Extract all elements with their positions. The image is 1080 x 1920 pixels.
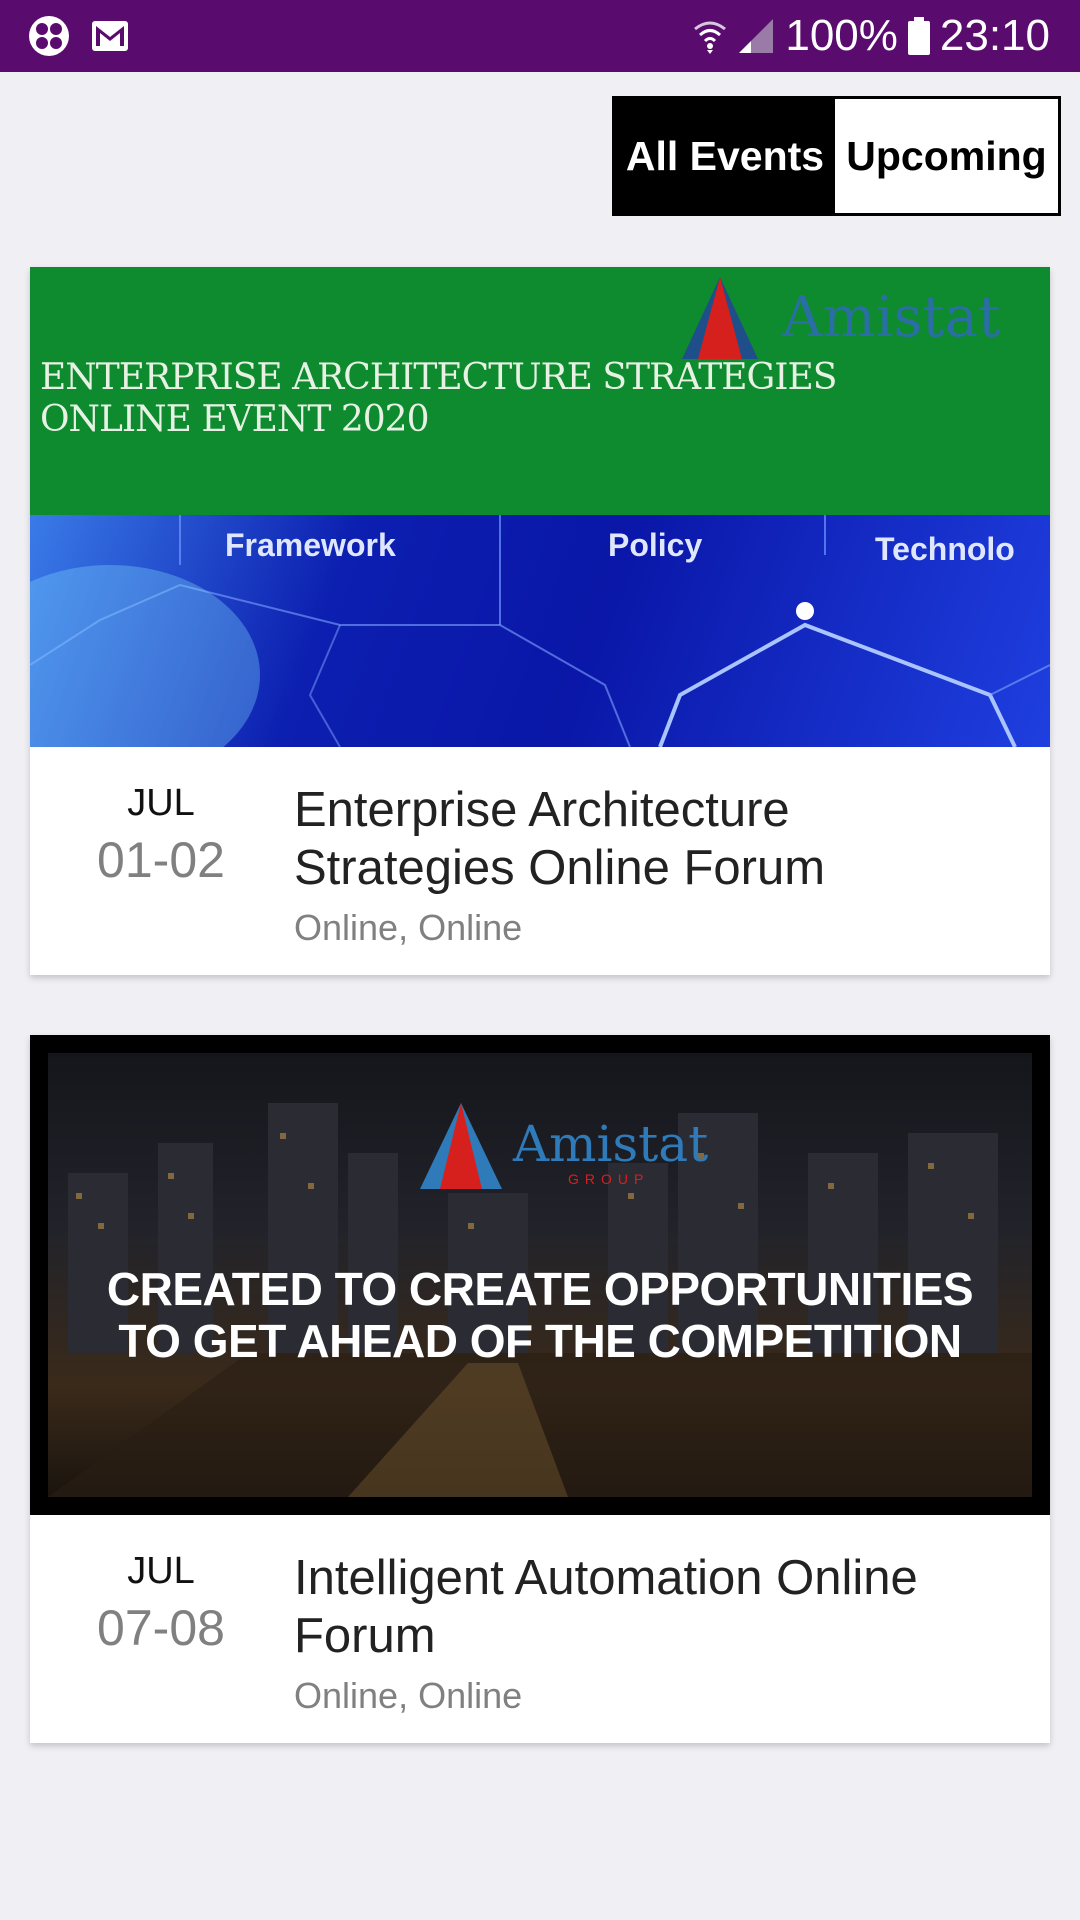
clock: 23:10 — [939, 11, 1050, 60]
all-events-tab[interactable]: All Events — [615, 99, 835, 213]
upcoming-tab[interactable]: Upcoming — [835, 99, 1058, 213]
banner-headline: CREATED TO CREATE OPPORTUNITIES TO GET A… — [106, 1263, 974, 1367]
event-details: JUL 01-02 Enterprise Architecture Strate… — [30, 747, 1050, 975]
event-banner-image: Amistat ENTERPRISE ARCHITECTURE STRATEGI… — [30, 267, 1050, 747]
event-date: JUL 01-02 — [30, 782, 292, 891]
amistat-logo-icon — [682, 277, 758, 359]
gmail-icon — [92, 21, 128, 51]
battery-icon — [907, 17, 930, 55]
event-title: Enterprise Architecture Strategies Onlin… — [294, 783, 826, 895]
amistat-logo-icon — [420, 1103, 502, 1189]
event-month: JUL — [127, 782, 195, 824]
signal-icon — [737, 17, 775, 55]
event-details: JUL 07-08 Intelligent Automation Online … — [30, 1515, 1050, 1743]
event-location: Online, Online — [294, 907, 523, 948]
event-banner-image: Amistat GROUP CREATED TO CREATE OPPORTUN… — [30, 1035, 1050, 1515]
brand-subtitle: GROUP — [568, 1171, 650, 1187]
battery-percent: 100% — [785, 11, 898, 60]
event-date: JUL 07-08 — [30, 1550, 292, 1659]
policy-label: Policy — [608, 527, 703, 563]
framework-label: Framework — [225, 527, 396, 563]
event-month: JUL — [127, 1550, 195, 1592]
event-title: Intelligent Automation Online Forum — [294, 1551, 918, 1663]
wifi-icon — [693, 17, 727, 55]
technology-label: Technolo — [875, 531, 1015, 567]
event-days: 01-02 — [97, 831, 225, 888]
status-bar: 100% 23:10 — [0, 0, 1080, 72]
brand-name: Amistat — [513, 1115, 709, 1173]
event-card[interactable]: Amistat GROUP CREATED TO CREATE OPPORTUN… — [30, 1035, 1050, 1743]
app-icon — [28, 15, 70, 57]
event-filter-segmented-control: All Events Upcoming — [612, 96, 1061, 216]
event-days: 07-08 — [97, 1599, 225, 1656]
brand-name: Amistat — [782, 285, 1001, 350]
event-card[interactable]: Amistat ENTERPRISE ARCHITECTURE STRATEGI… — [30, 267, 1050, 975]
event-location: Online, Online — [294, 1675, 523, 1716]
banner-headline: ENTERPRISE ARCHITECTURE STRATEGIES ONLIN… — [40, 357, 837, 440]
